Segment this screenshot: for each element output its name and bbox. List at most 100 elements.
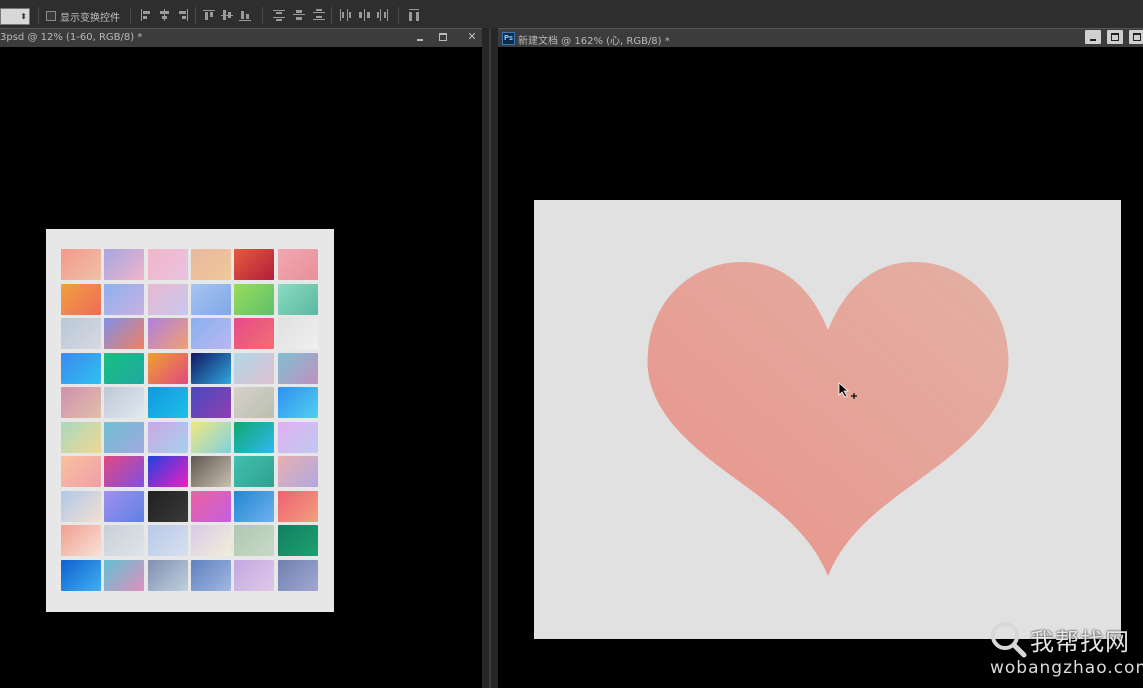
- gradient-swatch: [277, 525, 318, 556]
- gradient-swatch: [61, 421, 101, 453]
- gradient-swatch: [147, 456, 188, 487]
- distribute-bottom-edges-icon[interactable]: [313, 9, 326, 21]
- gradient-swatch: [61, 318, 101, 349]
- swatch-sheet[interactable]: [46, 229, 334, 612]
- gradient-swatch: [104, 249, 145, 280]
- gradient-swatch: [147, 352, 188, 384]
- gradient-swatch: [104, 559, 145, 591]
- align-top-edges-icon[interactable]: [203, 9, 216, 21]
- watermark-url: wobangzhao.com: [990, 658, 1143, 678]
- gradient-swatch: [147, 490, 188, 522]
- close-icon: ✕: [467, 30, 477, 43]
- toolbar-separator: [398, 7, 399, 24]
- restore-button[interactable]: [1107, 30, 1123, 44]
- toolbar-separator: [331, 7, 332, 24]
- gradient-swatch: [234, 525, 275, 556]
- toolbar-separator: [262, 7, 263, 24]
- gradient-swatch: [61, 456, 101, 487]
- dropdown-arrow-icon: ⬍: [20, 12, 27, 21]
- gradient-swatch: [61, 490, 101, 522]
- gradient-swatch: [104, 421, 145, 453]
- document-title: 新建文档 @ 162% (心, RGB/8) *: [518, 36, 670, 47]
- gradient-swatch: [277, 283, 318, 315]
- magnifier-logo-icon: [991, 622, 1027, 658]
- gradient-swatch: [277, 352, 318, 384]
- align-left-edges-icon[interactable]: [140, 9, 153, 21]
- gradient-swatch: [61, 387, 101, 418]
- gradient-swatch: [277, 249, 318, 280]
- distribute-horizontal-centers-icon[interactable]: [358, 9, 371, 21]
- show-transform-controls-label: 显示变换控件: [60, 13, 120, 24]
- gradient-swatch: [147, 559, 188, 591]
- gradient-swatch: [147, 525, 188, 556]
- gradient-swatch: [104, 490, 145, 522]
- align-horizontal-centers-icon[interactable]: [158, 9, 171, 21]
- gradient-swatch: [234, 387, 275, 418]
- minimize-button[interactable]: [1085, 30, 1101, 44]
- gradient-swatch: [147, 421, 188, 453]
- document-title: 3psd @ 12% (1-60, RGB/8) *: [0, 32, 143, 43]
- gradient-swatch: [61, 352, 101, 384]
- toolbar-separator: [38, 7, 39, 24]
- gradient-swatch: [277, 318, 318, 349]
- gradient-swatch: [277, 456, 318, 487]
- gradient-swatch: [61, 249, 101, 280]
- gradient-swatch: [277, 559, 318, 591]
- show-transform-controls-checkbox[interactable]: [46, 11, 56, 21]
- move-cursor-icon: [838, 382, 857, 399]
- gradient-swatch: [104, 456, 145, 487]
- photoshop-icon: Ps: [502, 32, 515, 45]
- align-vertical-centers-icon[interactable]: [221, 9, 234, 21]
- document-page[interactable]: [534, 200, 1121, 639]
- gradient-swatch: [277, 421, 318, 453]
- gradient-swatch: [190, 421, 231, 453]
- document-tab-swatches[interactable]: 3psd @ 12% (1-60, RGB/8) * ✕: [0, 28, 482, 48]
- restore-button[interactable]: [435, 30, 451, 44]
- gradient-swatch: [190, 387, 231, 418]
- gradient-swatch: [104, 318, 145, 349]
- distribute-right-edges-icon[interactable]: [377, 9, 390, 21]
- gradient-swatch: [61, 283, 101, 315]
- gradient-swatch: [147, 283, 188, 315]
- gradient-swatch: [190, 525, 231, 556]
- gradient-swatch: [104, 387, 145, 418]
- gradient-swatch: [190, 249, 231, 280]
- gradient-swatch: [104, 525, 145, 556]
- auto-select-dropdown[interactable]: ⬍: [0, 8, 30, 25]
- distribute-top-edges-icon[interactable]: [273, 9, 286, 21]
- gradient-swatch: [234, 283, 275, 315]
- gradient-swatch: [190, 283, 231, 315]
- gradient-swatch: [190, 490, 231, 522]
- distribute-left-edges-icon[interactable]: [339, 9, 352, 21]
- gradient-swatch: [61, 525, 101, 556]
- gradient-swatch: [234, 249, 275, 280]
- gradient-swatch: [234, 490, 275, 522]
- gradient-swatch: [277, 490, 318, 522]
- gradient-swatch: [234, 559, 275, 591]
- gradient-swatch: [61, 559, 101, 591]
- close-button[interactable]: ✕: [464, 30, 480, 44]
- heart-shape[interactable]: [646, 260, 1010, 580]
- gradient-swatch: [190, 352, 231, 384]
- align-right-edges-icon[interactable]: [176, 9, 189, 21]
- document-split-divider[interactable]: [482, 28, 498, 688]
- gradient-swatch: [190, 559, 231, 591]
- document-tab-new-document[interactable]: Ps 新建文档 @ 162% (心, RGB/8) *: [498, 28, 1143, 48]
- gradient-swatch: [147, 249, 188, 280]
- maximize-button[interactable]: [1129, 30, 1143, 44]
- gradient-swatch: [190, 456, 231, 487]
- minimize-button[interactable]: [412, 30, 428, 44]
- gradient-swatch: [147, 318, 188, 349]
- gradient-swatch: [234, 352, 275, 384]
- auto-align-layers-icon[interactable]: [408, 9, 421, 21]
- options-bar: ⬍ 显示变换控件: [0, 0, 1143, 31]
- gradient-swatch: [104, 352, 145, 384]
- toolbar-separator: [195, 7, 196, 24]
- gradient-swatch: [277, 387, 318, 418]
- gradient-swatch: [234, 318, 275, 349]
- gradient-swatch: [104, 283, 145, 315]
- gradient-swatch: [234, 456, 275, 487]
- gradient-swatch: [147, 387, 188, 418]
- align-bottom-edges-icon[interactable]: [239, 9, 252, 21]
- distribute-vertical-centers-icon[interactable]: [293, 9, 306, 21]
